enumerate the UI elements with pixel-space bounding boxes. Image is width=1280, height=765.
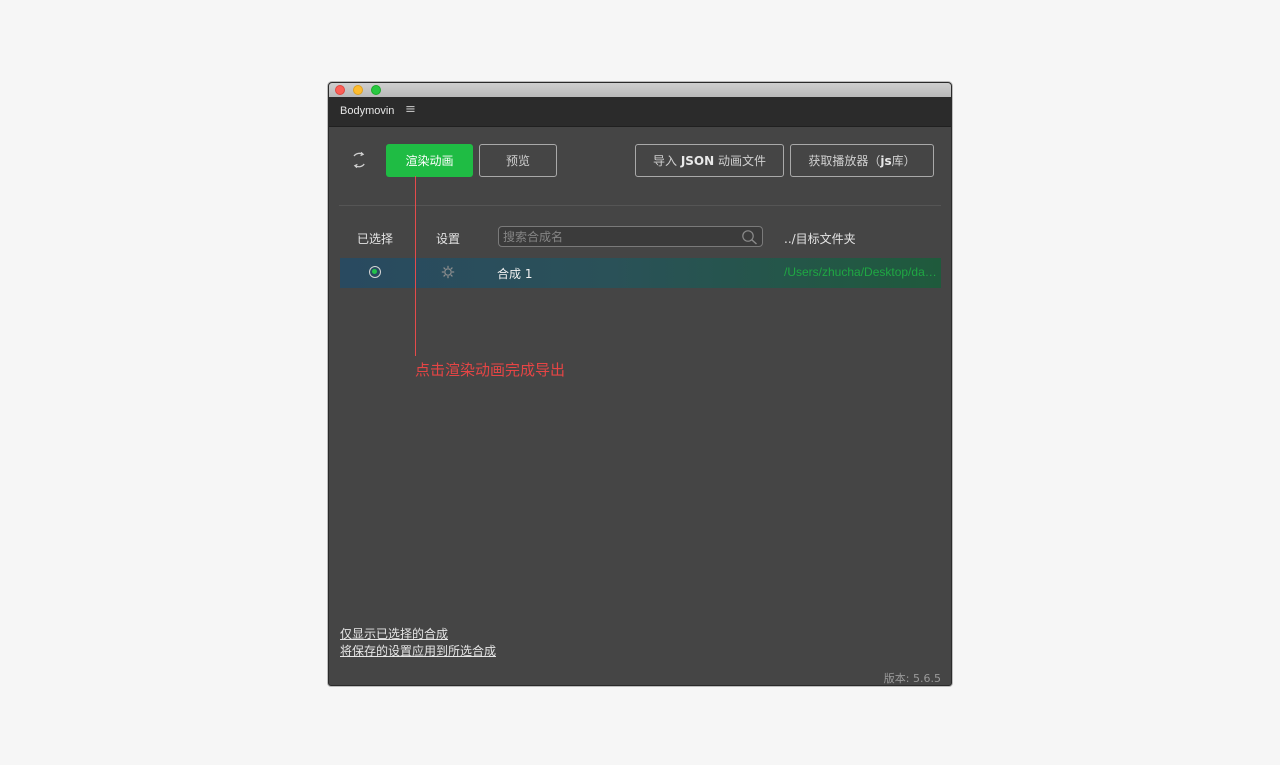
refresh-icon[interactable] (349, 150, 369, 170)
panel-title: Bodymovin (340, 105, 395, 117)
header-selected: 已选择 (357, 232, 394, 246)
import-label-prefix: 导入 (652, 154, 681, 168)
get-player-button[interactable]: 获取播放器（ js 库） (790, 144, 934, 177)
header-destination: ../目标文件夹 (784, 232, 856, 246)
close-window-button[interactable] (335, 85, 345, 95)
player-label-js: js (880, 153, 892, 168)
annotation-text: 点击渲染动画完成导出 (415, 361, 566, 379)
toolbar-divider (339, 205, 941, 206)
player-label-prefix: 获取播放器（ (808, 154, 881, 168)
version-label: 版本: 5.6.5 (883, 672, 941, 685)
composition-name: 合成 1 (497, 267, 533, 281)
search-field[interactable] (498, 226, 763, 247)
composition-row[interactable]: 合成 1 /Users/zhucha/Desktop/data.json (340, 258, 941, 288)
minimize-window-button[interactable] (353, 85, 363, 95)
destination-path[interactable]: /Users/zhucha/Desktop/data.json (784, 265, 940, 279)
hamburger-icon[interactable]: ≡ (405, 102, 416, 117)
import-json-button[interactable]: 导入 JSON 动画文件 (635, 144, 784, 177)
search-input[interactable] (503, 228, 733, 245)
annotation-line (415, 176, 416, 356)
player-label-suffix: 库） (891, 154, 916, 168)
select-radio[interactable] (369, 266, 381, 278)
import-label-suffix: 动画文件 (714, 154, 766, 168)
zoom-window-button[interactable] (371, 85, 381, 95)
gear-icon[interactable] (441, 265, 455, 279)
search-icon[interactable] (741, 229, 758, 245)
preview-button[interactable]: 预览 (479, 144, 557, 177)
title-bar (329, 83, 951, 97)
header-settings: 设置 (436, 232, 461, 246)
bodymovin-window: Bodymovin ≡ 渲染动画 预览 导入 JSON 动画文件 获取播放器（ j… (328, 82, 952, 686)
render-button[interactable]: 渲染动画 (386, 144, 473, 177)
panel-header: Bodymovin ≡ (329, 97, 951, 127)
apply-settings-link[interactable]: 将保存的设置应用到所选合成 (340, 642, 496, 659)
import-label-json: JSON (680, 153, 715, 168)
show-selected-link[interactable]: 仅显示已选择的合成 (340, 625, 448, 642)
